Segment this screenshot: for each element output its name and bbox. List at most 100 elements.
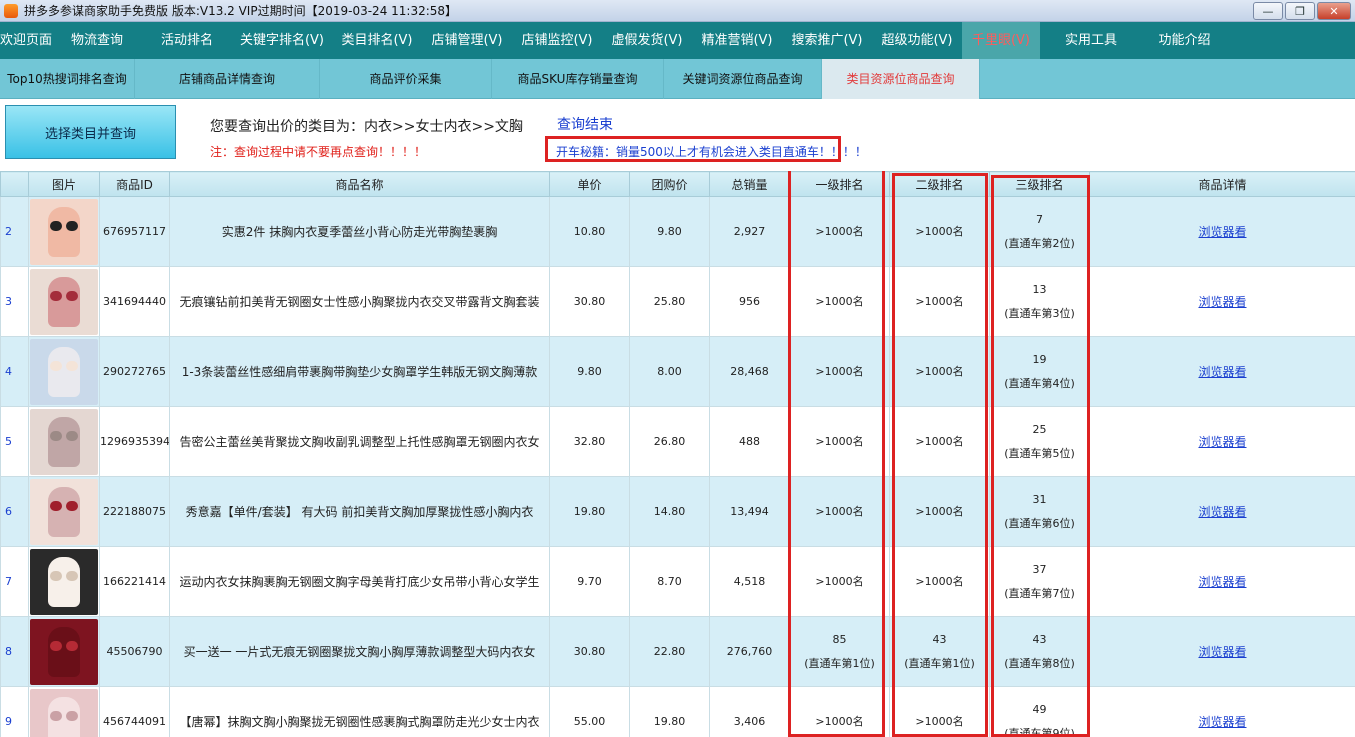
column-header-1[interactable]: 图片 — [28, 171, 100, 197]
minimize-button[interactable]: — — [1253, 2, 1283, 20]
open-in-browser-link[interactable]: 浏览器看 — [1198, 225, 1246, 239]
open-in-browser-link[interactable]: 浏览器看 — [1198, 435, 1246, 449]
sub-menu-tab-2[interactable]: 商品评价采集 — [320, 59, 492, 99]
open-in-browser-link[interactable]: 浏览器看 — [1198, 575, 1246, 589]
rank-note: (直通车第8位) — [1004, 656, 1075, 670]
open-in-browser-link[interactable]: 浏览器看 — [1198, 365, 1246, 379]
table-row[interactable]: 8 45506790 买一送一 一片式无痕无钢圈聚拢文胸小胸厚薄款调整型大码内衣女 3… — [0, 616, 1355, 687]
open-in-browser-link[interactable]: 浏览器看 — [1198, 645, 1246, 659]
group-price: 19.80 — [629, 686, 710, 737]
product-thumbnail[interactable] — [30, 338, 98, 405]
main-menu-item-7[interactable]: 虚假发货(V) — [602, 22, 692, 59]
main-menu-item-2[interactable]: 活动排名 — [142, 22, 232, 59]
maximize-button[interactable]: ❐ — [1285, 2, 1315, 20]
rank-value: >1000名 — [915, 224, 964, 238]
group-price: 25.80 — [629, 266, 710, 337]
product-name: 运动内衣女抹胸裹胸无钢圈文胸字母美背打底少女吊带小背心女学生 — [169, 546, 550, 617]
rank-level-3: 43 (直通车第8位) — [989, 616, 1090, 687]
rank-note: (直通车第1位) — [804, 656, 875, 670]
main-menu-item-3[interactable]: 关键字排名(V) — [232, 22, 332, 59]
table-row[interactable]: 6 222188075 秀意嘉【单件/套装】 有大码 前扣美背文胸加厚聚拢性感小胸内… — [0, 476, 1355, 547]
rank-value: >1000名 — [815, 504, 864, 518]
rank-value: 7 — [1036, 212, 1043, 226]
open-in-browser-link[interactable]: 浏览器看 — [1198, 505, 1246, 519]
table-row[interactable]: 3 341694440 无痕镶钻前扣美背无钢圈女士性感小胸聚拢内衣交叉带露背文胸套装… — [0, 266, 1355, 337]
results-table: 图片 商品ID 商品名称 单价 团购价 总销量 一级排名 二级排名 三级排名 商品详情 2 6769… — [0, 171, 1355, 737]
unit-price: 9.70 — [549, 546, 630, 617]
rank-level-1: >1000名 — [789, 196, 890, 267]
select-category-button[interactable]: 选择类目并查询 — [5, 105, 176, 159]
rank-note: (直通车第2位) — [1004, 236, 1075, 250]
product-id: 1296935394 — [99, 406, 170, 477]
main-menu-item-5[interactable]: 店铺管理(V) — [422, 22, 512, 59]
row-index: 4 — [0, 336, 29, 407]
column-header-3[interactable]: 商品名称 — [169, 171, 550, 197]
open-in-browser-link[interactable]: 浏览器看 — [1198, 295, 1246, 309]
main-menu-item-0[interactable]: 欢迎页面 — [0, 22, 52, 59]
main-menu-item-11[interactable]: 千里眼(V) — [962, 22, 1040, 59]
rank-value: 31 — [1032, 492, 1047, 506]
sub-menu-tab-4[interactable]: 关键词资源位商品查询 — [664, 59, 822, 99]
warning-note: 注：查询过程中请不要再点查询！！！！ — [210, 145, 427, 159]
rank-value: >1000名 — [815, 224, 864, 238]
product-thumbnail[interactable] — [30, 618, 98, 685]
rank-note: (直通车第1位) — [904, 656, 975, 670]
main-menu-item-4[interactable]: 类目排名(V) — [332, 22, 422, 59]
product-thumbnail[interactable] — [30, 478, 98, 545]
table-row[interactable]: 5 1296935394 告密公主蕾丝美背聚拢文胸收副乳调整型上托性感胸罩无钢圈内衣… — [0, 406, 1355, 477]
column-header-7[interactable]: 一级排名 — [789, 171, 890, 197]
product-detail-cell: 浏览器看 — [1089, 616, 1355, 687]
sub-menu-tab-5[interactable]: 类目资源位商品查询 — [822, 59, 980, 99]
column-header-0[interactable] — [0, 171, 29, 197]
table-row[interactable]: 7 166221414 运动内衣女抹胸裹胸无钢圈文胸字母美背打底少女吊带小背心女学生… — [0, 546, 1355, 617]
window-title: 拼多多参谋商家助手免费版 版本:V13.2 VIP过期时间【2019-03-24… — [24, 4, 458, 18]
column-header-8[interactable]: 二级排名 — [889, 171, 990, 197]
main-menu-item-6[interactable]: 店铺监控(V) — [512, 22, 602, 59]
open-in-browser-link[interactable]: 浏览器看 — [1198, 715, 1246, 729]
product-image-cell — [28, 196, 100, 267]
column-header-9[interactable]: 三级排名 — [989, 171, 1090, 197]
product-thumbnail[interactable] — [30, 268, 98, 335]
total-sales: 2,927 — [709, 196, 790, 267]
unit-price: 19.80 — [549, 476, 630, 547]
rank-level-3: 7 (直通车第2位) — [989, 196, 1090, 267]
results-table-container[interactable]: 图片 商品ID 商品名称 单价 团购价 总销量 一级排名 二级排名 三级排名 商品详情 2 6769… — [0, 171, 1355, 737]
rank-value: >1000名 — [915, 294, 964, 308]
product-thumbnail[interactable] — [30, 198, 98, 265]
main-menu-item-12[interactable]: 实用工具 — [1040, 22, 1142, 59]
main-menu-item-10[interactable]: 超级功能(V) — [872, 22, 962, 59]
column-header-5[interactable]: 团购价 — [629, 171, 710, 197]
table-row[interactable]: 2 676957117 实惠2件 抹胸内衣夏季蕾丝小背心防走光带胸垫裹胸 10.80 9… — [0, 196, 1355, 267]
column-header-2[interactable]: 商品ID — [99, 171, 170, 197]
column-header-6[interactable]: 总销量 — [709, 171, 790, 197]
main-menu-item-8[interactable]: 精准营销(V) — [692, 22, 782, 59]
tip-text: 开车秘籍：销量500以上才有机会进入类目直通车！！！！ — [556, 145, 867, 159]
product-thumbnail[interactable] — [30, 688, 98, 737]
app-logo-icon — [4, 3, 18, 18]
main-menu-item-13[interactable]: 功能介绍 — [1142, 22, 1227, 59]
rank-value: 25 — [1032, 422, 1047, 436]
rank-value: 13 — [1032, 282, 1047, 296]
main-menu-item-1[interactable]: 物流查询 — [52, 22, 142, 59]
unit-price: 32.80 — [549, 406, 630, 477]
product-thumbnail[interactable] — [30, 548, 98, 615]
rank-level-2: >1000名 — [889, 476, 990, 547]
column-header-10[interactable]: 商品详情 — [1089, 171, 1355, 197]
table-row[interactable]: 4 290272765 1-3条装蕾丝性感细肩带裹胸带胸垫少女胸罩学生韩版无钢文胸薄… — [0, 336, 1355, 407]
table-row[interactable]: 9 456744091 【唐幂】抹胸文胸小胸聚拢无钢圈性感裹胸式胸罩防走光少女士内衣… — [0, 686, 1355, 737]
product-image-cell — [28, 686, 100, 737]
main-menu: 欢迎页面 物流查询 活动排名 关键字排名(V) 类目排名(V) 店铺管理(V) 店铺监控(V… — [0, 22, 1355, 59]
main-menu-item-9[interactable]: 搜索推广(V) — [782, 22, 872, 59]
sub-menu-tab-1[interactable]: 店铺商品详情查询 — [135, 59, 320, 99]
rank-level-2: >1000名 — [889, 406, 990, 477]
column-header-4[interactable]: 单价 — [549, 171, 630, 197]
total-sales: 276,760 — [709, 616, 790, 687]
sub-menu-tab-3[interactable]: 商品SKU库存销量查询 — [492, 59, 664, 99]
product-id: 45506790 — [99, 616, 170, 687]
product-thumbnail[interactable] — [30, 408, 98, 475]
rank-note: (直通车第3位) — [1004, 306, 1075, 320]
close-button[interactable]: ✕ — [1317, 2, 1351, 20]
rank-level-2: >1000名 — [889, 336, 990, 407]
title-bar: 拼多多参谋商家助手免费版 版本:V13.2 VIP过期时间【2019-03-24… — [0, 0, 1355, 22]
sub-menu-tab-0[interactable]: Top10热搜词排名查询 — [0, 59, 135, 99]
